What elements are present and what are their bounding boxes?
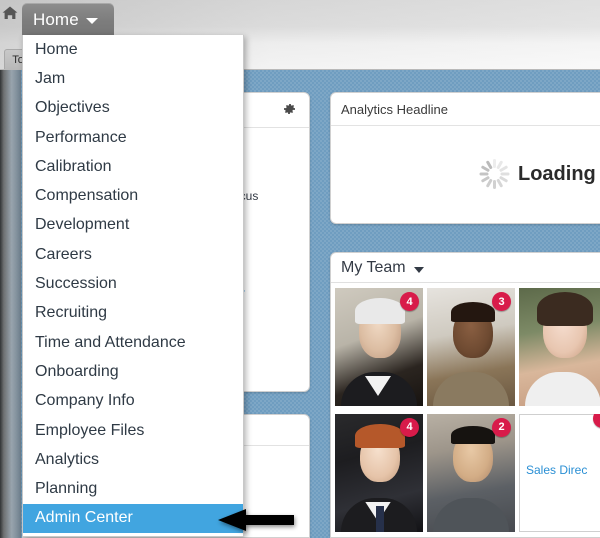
menu-item-time-and-attendance[interactable]: Time and Attendance bbox=[23, 328, 243, 357]
menu-item-label: Admin Center bbox=[35, 509, 133, 527]
menu-item-performance[interactable]: Performance bbox=[23, 123, 243, 152]
menu-item-admin-center[interactable]: Admin Center bbox=[23, 503, 243, 534]
menu-item-objectives[interactable]: Objectives bbox=[23, 94, 243, 123]
member-photo bbox=[519, 288, 600, 406]
my-team-title: My Team bbox=[341, 258, 406, 276]
notification-badge[interactable]: 4 bbox=[400, 417, 419, 437]
menu-item-label: Performance bbox=[35, 128, 127, 146]
my-team-card: My Team 4 3 4 2 Sales Direc bbox=[330, 252, 600, 538]
notification-badge[interactable]: 2 bbox=[492, 417, 511, 437]
team-member-tile[interactable] bbox=[519, 288, 600, 406]
menu-item-label: Company Info bbox=[35, 392, 135, 410]
app-root: t Marcus w for Analytics Headline Loadin… bbox=[0, 0, 600, 538]
menu-item-label: Onboarding bbox=[35, 362, 119, 380]
chevron-down-icon[interactable] bbox=[413, 266, 424, 273]
notification-badge[interactable]: 3 bbox=[492, 292, 511, 311]
menu-item-careers[interactable]: Careers bbox=[23, 240, 243, 269]
menu-item-label: Objectives bbox=[35, 99, 110, 117]
team-member-tile[interactable]: 3 bbox=[427, 288, 515, 406]
spinner-icon bbox=[479, 159, 509, 189]
menu-item-label: Jam bbox=[35, 69, 66, 87]
menu-item-company-info[interactable]: Company Info bbox=[23, 387, 243, 416]
menu-item-compensation[interactable]: Compensation bbox=[23, 181, 243, 210]
notification-badge[interactable]: 4 bbox=[400, 292, 419, 311]
menu-item-recruiting[interactable]: Recruiting bbox=[23, 299, 243, 328]
menu-item-onboarding[interactable]: Onboarding bbox=[23, 357, 243, 386]
menu-item-label: Planning bbox=[35, 480, 98, 498]
menu-item-label: Development bbox=[35, 216, 130, 234]
menu-item-employee-files[interactable]: Employee Files bbox=[23, 416, 243, 445]
menu-item-label: Employee Files bbox=[35, 421, 145, 439]
menu-item-jam[interactable]: Jam bbox=[23, 64, 243, 93]
home-dropdown-menu[interactable]: Home Jam Objectives Performance Calibration C… bbox=[22, 35, 244, 537]
home-icon[interactable] bbox=[1, 4, 19, 22]
nav-tab-label: Home bbox=[33, 9, 79, 29]
menu-item-home[interactable]: Home bbox=[23, 35, 243, 64]
menu-item-label: Time and Attendance bbox=[35, 333, 186, 351]
analytics-headline-title: Analytics Headline bbox=[341, 102, 448, 117]
role-link[interactable]: Sales Direc bbox=[526, 463, 587, 477]
left-arrow-annotation bbox=[216, 508, 296, 532]
menu-item-label: Careers bbox=[35, 245, 92, 263]
menu-item-analytics[interactable]: Analytics bbox=[23, 445, 243, 474]
analytics-headline-card: Analytics Headline Loading bbox=[330, 92, 600, 224]
my-team-grid: 4 3 4 2 Sales Direc bbox=[331, 284, 600, 537]
team-member-role-tile[interactable]: Sales Direc bbox=[519, 413, 600, 532]
menu-item-development[interactable]: Development bbox=[23, 211, 243, 240]
chevron-down-icon bbox=[85, 17, 98, 24]
nav-tab-home[interactable]: Home bbox=[22, 3, 114, 35]
menu-item-planning[interactable]: Planning bbox=[23, 474, 243, 503]
analytics-divider bbox=[331, 125, 600, 126]
menu-item-calibration[interactable]: Calibration bbox=[23, 152, 243, 181]
menu-item-label: Analytics bbox=[35, 450, 100, 468]
team-member-tile[interactable]: 4 bbox=[335, 288, 423, 406]
analytics-loading-label: Loading bbox=[518, 162, 596, 185]
notification-badge[interactable] bbox=[593, 413, 600, 428]
analytics-loading-indicator: Loading bbox=[479, 159, 596, 189]
menu-item-label: Home bbox=[35, 40, 78, 58]
team-member-tile[interactable]: 4 bbox=[335, 413, 423, 532]
menu-item-label: Calibration bbox=[35, 157, 112, 175]
menu-item-label: Recruiting bbox=[35, 304, 108, 322]
my-team-header[interactable]: My Team bbox=[331, 253, 600, 283]
menu-item-label: Compensation bbox=[35, 187, 139, 205]
menu-item-succession[interactable]: Succession bbox=[23, 269, 243, 298]
gear-icon[interactable] bbox=[281, 101, 297, 117]
team-member-tile[interactable]: 2 bbox=[427, 413, 515, 532]
page-left-edge bbox=[0, 70, 21, 538]
role-card: Sales Direc bbox=[519, 413, 600, 532]
menu-item-label: Succession bbox=[35, 275, 117, 293]
